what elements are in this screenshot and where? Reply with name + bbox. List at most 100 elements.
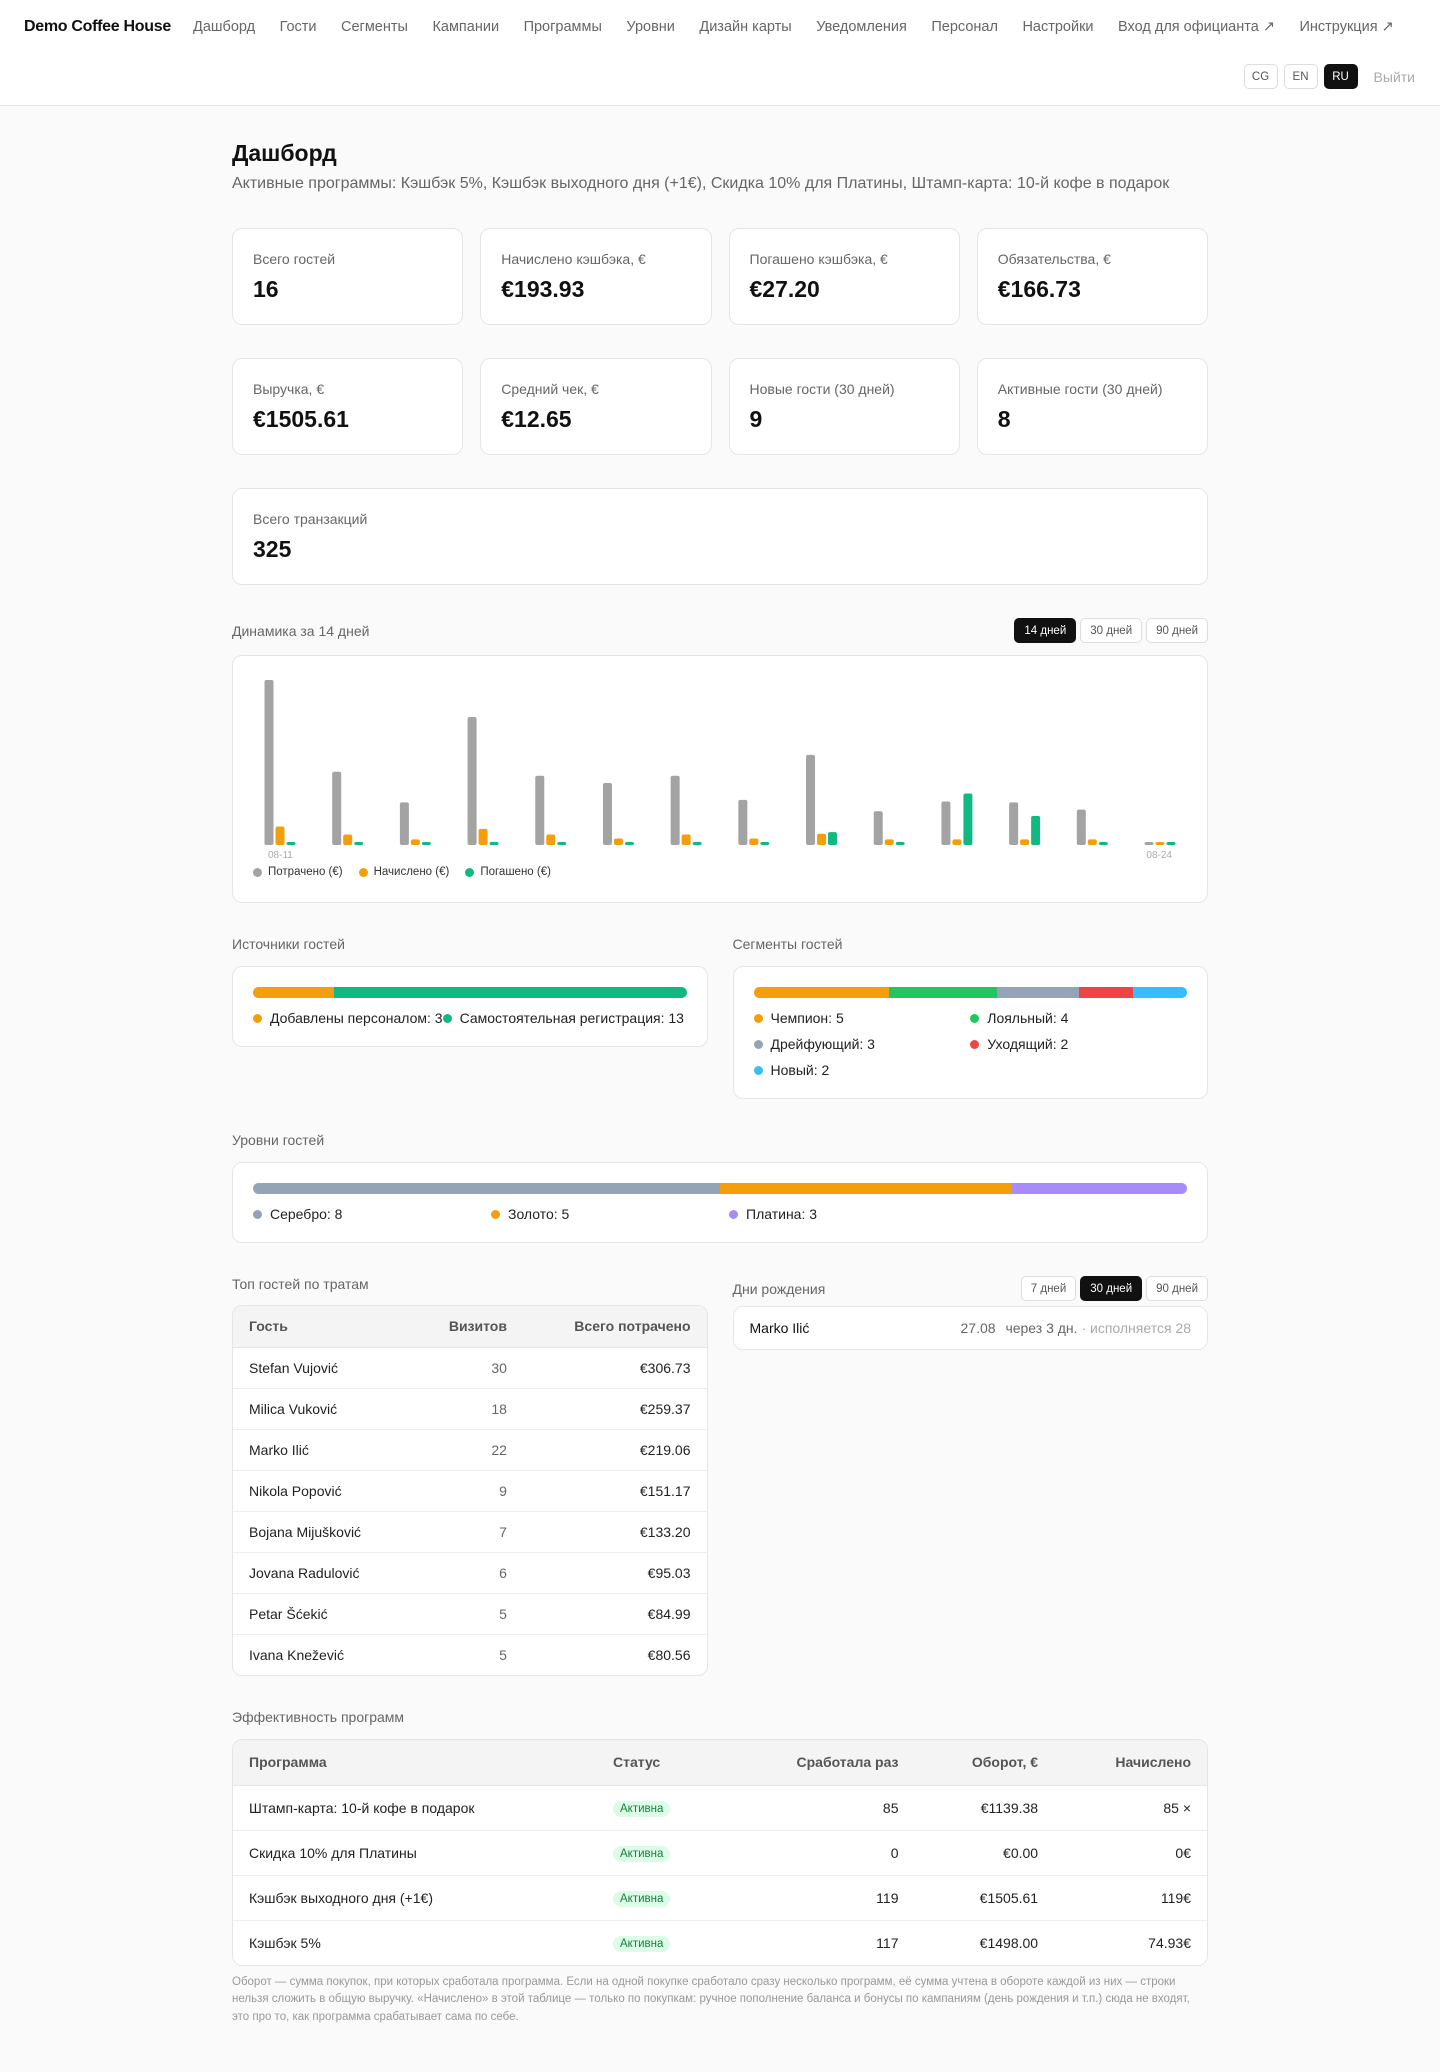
column-header-program[interactable]: Программа bbox=[233, 1740, 597, 1786]
chart-bar-redeemed[interactable] bbox=[1031, 816, 1041, 845]
chart-bar-spent[interactable] bbox=[467, 717, 477, 845]
column-header-turnover[interactable]: Оборот, € bbox=[914, 1740, 1055, 1786]
chart-bar-earned[interactable] bbox=[1020, 839, 1030, 845]
bday-range-7-days-button[interactable]: 7 дней bbox=[1020, 1276, 1077, 1301]
range-14-days-button[interactable]: 14 дней bbox=[1014, 618, 1077, 643]
chart-bar-redeemed[interactable] bbox=[489, 842, 499, 845]
chart-bar-redeemed[interactable] bbox=[760, 842, 770, 845]
chart-bar-earned[interactable] bbox=[546, 834, 556, 845]
table-header-row: Программа Статус Сработала раз Оборот, €… bbox=[233, 1740, 1207, 1786]
table-row[interactable]: Кэшбэк выходного дня (+1€) Активна 119 €150… bbox=[233, 1875, 1207, 1921]
chart-bar-spent[interactable] bbox=[670, 775, 680, 845]
table-row[interactable]: Bojana Mijušković 7 €133.20 bbox=[233, 1511, 707, 1553]
nav-settings[interactable]: Настройки bbox=[1022, 19, 1093, 35]
chart-bar-redeemed[interactable] bbox=[354, 842, 364, 845]
nav-dashboard[interactable]: Дашборд bbox=[193, 19, 255, 35]
column-header-triggered[interactable]: Сработала раз bbox=[724, 1740, 915, 1786]
lang-ru-button[interactable]: RU bbox=[1323, 64, 1358, 89]
chart-legend: Потрачено (€) Начислено (€) Погашено (€) bbox=[253, 866, 1187, 878]
chart-bar-redeemed[interactable] bbox=[421, 842, 431, 845]
column-header-guest[interactable]: Гость bbox=[233, 1306, 412, 1348]
birthday-list-item[interactable]: Marko Ilić 27.08 через 3 дн. · исполняет… bbox=[734, 1307, 1208, 1349]
range-30-days-button[interactable]: 30 дней bbox=[1080, 618, 1143, 643]
chart-bar-spent[interactable] bbox=[399, 802, 409, 845]
chart-bar-spent[interactable] bbox=[332, 771, 342, 845]
chart-bar-spent[interactable] bbox=[873, 811, 883, 845]
lang-en-button[interactable]: EN bbox=[1283, 64, 1318, 89]
chart-bar-redeemed[interactable] bbox=[895, 842, 905, 845]
bday-range-90-days-button[interactable]: 90 дней bbox=[1146, 1276, 1208, 1301]
nav-staff[interactable]: Персонал bbox=[931, 19, 998, 35]
chart-bar-earned[interactable] bbox=[410, 839, 420, 845]
chart-bar-redeemed[interactable] bbox=[1166, 842, 1176, 845]
chart-bar-earned[interactable] bbox=[275, 826, 285, 845]
table-row[interactable]: Nikola Popović 9 €151.17 bbox=[233, 1470, 707, 1512]
chart-bar-earned[interactable] bbox=[478, 828, 488, 845]
chart-bar-redeemed[interactable] bbox=[1098, 842, 1108, 845]
chart-bar-spent[interactable] bbox=[1076, 809, 1086, 845]
stat-label: Всего гостей bbox=[253, 251, 336, 267]
status-badge: Активна bbox=[613, 1890, 671, 1907]
chart-bar-redeemed[interactable] bbox=[624, 842, 634, 845]
nav-notifications[interactable]: Уведомления bbox=[816, 19, 907, 35]
chart-bar-earned[interactable] bbox=[343, 834, 353, 845]
chart-bar-earned[interactable] bbox=[1087, 839, 1097, 845]
legend-swatch bbox=[358, 867, 368, 877]
logout-link[interactable]: Выйти bbox=[1374, 69, 1415, 85]
chart-bar-earned[interactable] bbox=[817, 833, 827, 845]
chart-bar-spent[interactable] bbox=[602, 783, 612, 845]
table-row[interactable]: Скидка 10% для Платины Активна 0 €0.00 0€ bbox=[233, 1830, 1207, 1876]
chart-bar-earned[interactable] bbox=[681, 834, 691, 845]
segment-bar-segment bbox=[888, 987, 998, 998]
chart-bar-earned[interactable] bbox=[1155, 842, 1165, 845]
table-row[interactable]: Stefan Vujović 30 €306.73 bbox=[233, 1347, 707, 1389]
nav-waiter-login[interactable]: Вход для официанта ↗ bbox=[1118, 19, 1275, 35]
brand-name[interactable]: Demo Coffee House bbox=[24, 18, 171, 36]
table-row[interactable]: Milica Vuković 18 €259.37 bbox=[233, 1388, 707, 1430]
table-row[interactable]: Jovana Radulović 6 €95.03 bbox=[233, 1552, 707, 1594]
column-header-status[interactable]: Статус bbox=[597, 1740, 725, 1786]
chart-bar-redeemed[interactable] bbox=[692, 842, 702, 845]
table-row[interactable]: Marko Ilić 22 €219.06 bbox=[233, 1429, 707, 1471]
chart-bar-redeemed[interactable] bbox=[828, 832, 838, 845]
nav-card-design[interactable]: Дизайн карты bbox=[699, 19, 791, 35]
lang-cg-button[interactable]: CG bbox=[1243, 64, 1278, 89]
chart-bar-earned[interactable] bbox=[884, 839, 894, 845]
chart-bar-spent[interactable] bbox=[941, 801, 951, 845]
column-header-accrued[interactable]: Начислено bbox=[1054, 1740, 1207, 1786]
chart-bar-spent[interactable] bbox=[738, 799, 748, 845]
chart-bar-earned[interactable] bbox=[749, 838, 759, 845]
nav-guests[interactable]: Гости bbox=[280, 19, 317, 35]
column-header-total-spent[interactable]: Всего потрачено bbox=[522, 1306, 707, 1348]
chart-bar-spent[interactable] bbox=[1144, 842, 1154, 845]
chart-bar-earned[interactable] bbox=[613, 838, 623, 845]
chart-bar-redeemed[interactable] bbox=[963, 793, 973, 845]
legend-label: Золото: 5 bbox=[508, 1206, 570, 1222]
nav-instructions[interactable]: Инструкция ↗ bbox=[1299, 19, 1393, 35]
nav-campaigns[interactable]: Кампании bbox=[432, 19, 499, 35]
nav-segments[interactable]: Сегменты bbox=[341, 19, 408, 35]
birthdays-header: Дни рождения 7 дней 30 дней 90 дней bbox=[733, 1276, 1208, 1301]
nav-programs[interactable]: Программы bbox=[524, 19, 602, 35]
guest-name-cell: Jovana Radulović bbox=[233, 1552, 412, 1594]
chart-bar-spent[interactable] bbox=[264, 680, 274, 845]
bday-range-30-days-button[interactable]: 30 дней bbox=[1080, 1276, 1143, 1301]
chart-bar-redeemed[interactable] bbox=[286, 842, 296, 845]
chart-bar-spent[interactable] bbox=[806, 754, 816, 845]
legend-swatch bbox=[253, 1209, 262, 1219]
table-row[interactable]: Кэшбэк 5% Активна 117 €1498.00 74.93€ bbox=[233, 1920, 1207, 1965]
chart-bar-redeemed[interactable] bbox=[557, 842, 567, 845]
table-row[interactable]: Ivana Knežević 5 €80.56 bbox=[233, 1634, 707, 1675]
chart-bar-spent[interactable] bbox=[535, 775, 545, 845]
tier-bar-segment bbox=[1011, 1183, 1187, 1194]
range-90-days-button[interactable]: 90 дней bbox=[1146, 618, 1208, 643]
column-header-visits[interactable]: Визитов bbox=[411, 1306, 523, 1348]
nav-tiers[interactable]: Уровни bbox=[626, 19, 675, 35]
program-efficiency-table-card: Программа Статус Сработала раз Оборот, €… bbox=[232, 1739, 1208, 1966]
status-badge: Активна bbox=[613, 1800, 671, 1817]
table-row[interactable]: Штамп-карта: 10-й кофе в подарок Активна 8… bbox=[233, 1785, 1207, 1831]
chart-bar-spent[interactable] bbox=[1009, 802, 1019, 845]
legend-label: Погашено (€) bbox=[480, 866, 551, 878]
chart-bar-earned[interactable] bbox=[952, 839, 962, 845]
table-row[interactable]: Petar Šćekić 5 €84.99 bbox=[233, 1593, 707, 1635]
